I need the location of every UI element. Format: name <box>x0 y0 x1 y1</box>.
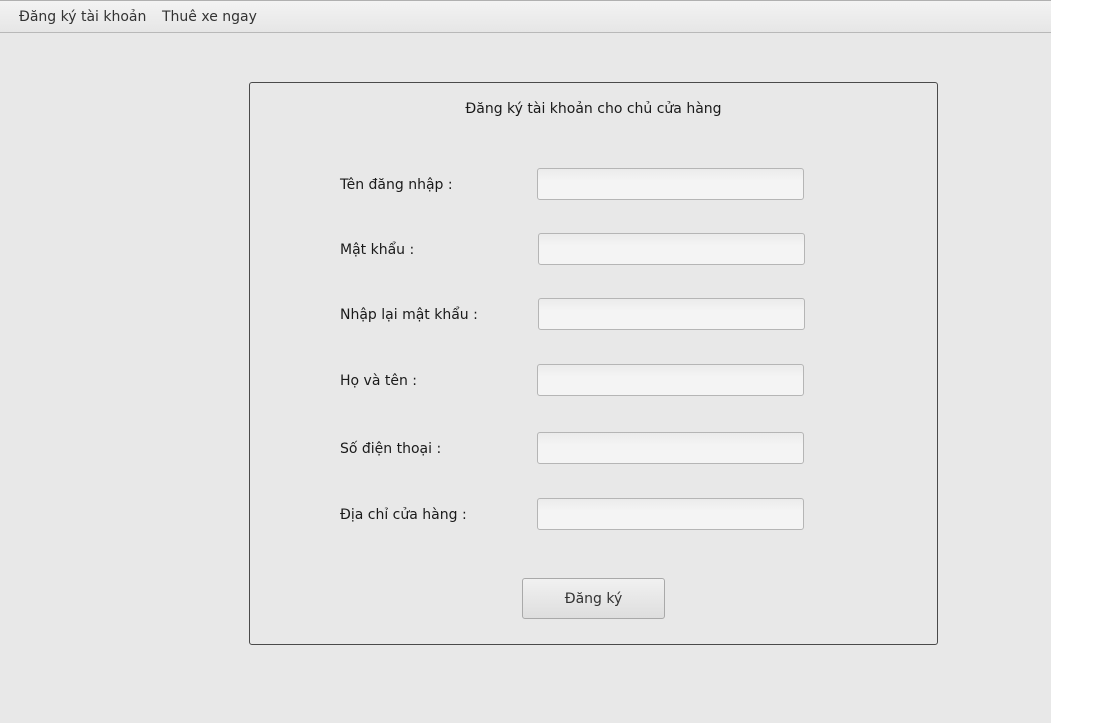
phone-label: Số điện thoại : <box>340 441 442 457</box>
confirm-password-label: Nhập lại mật khẩu : <box>340 307 478 323</box>
window-edge <box>1051 0 1098 723</box>
phone-input[interactable] <box>537 432 804 464</box>
password-input[interactable] <box>538 233 805 265</box>
password-label: Mật khẩu : <box>340 242 415 258</box>
form-title: Đăng ký tài khoản cho chủ cửa hàng <box>465 101 722 117</box>
store-address-input[interactable] <box>537 498 804 530</box>
username-input[interactable] <box>537 168 804 200</box>
username-label: Tên đăng nhập : <box>340 177 453 193</box>
menu-item-rent-now[interactable]: Thuê xe ngay <box>162 9 257 25</box>
store-address-label: Địa chỉ cửa hàng : <box>340 507 467 523</box>
app-window: Đăng ký tài khoản Thuê xe ngay Đăng ký t… <box>0 0 1098 723</box>
register-button[interactable]: Đăng ký <box>522 578 665 619</box>
confirm-password-input[interactable] <box>538 298 805 330</box>
menu-bar: Đăng ký tài khoản Thuê xe ngay <box>0 0 1051 33</box>
registration-form-panel: Đăng ký tài khoản cho chủ cửa hàng Tên đ… <box>249 82 938 645</box>
menu-item-register-account[interactable]: Đăng ký tài khoản <box>19 9 146 25</box>
full-name-label: Họ và tên : <box>340 373 417 389</box>
full-name-input[interactable] <box>537 364 804 396</box>
